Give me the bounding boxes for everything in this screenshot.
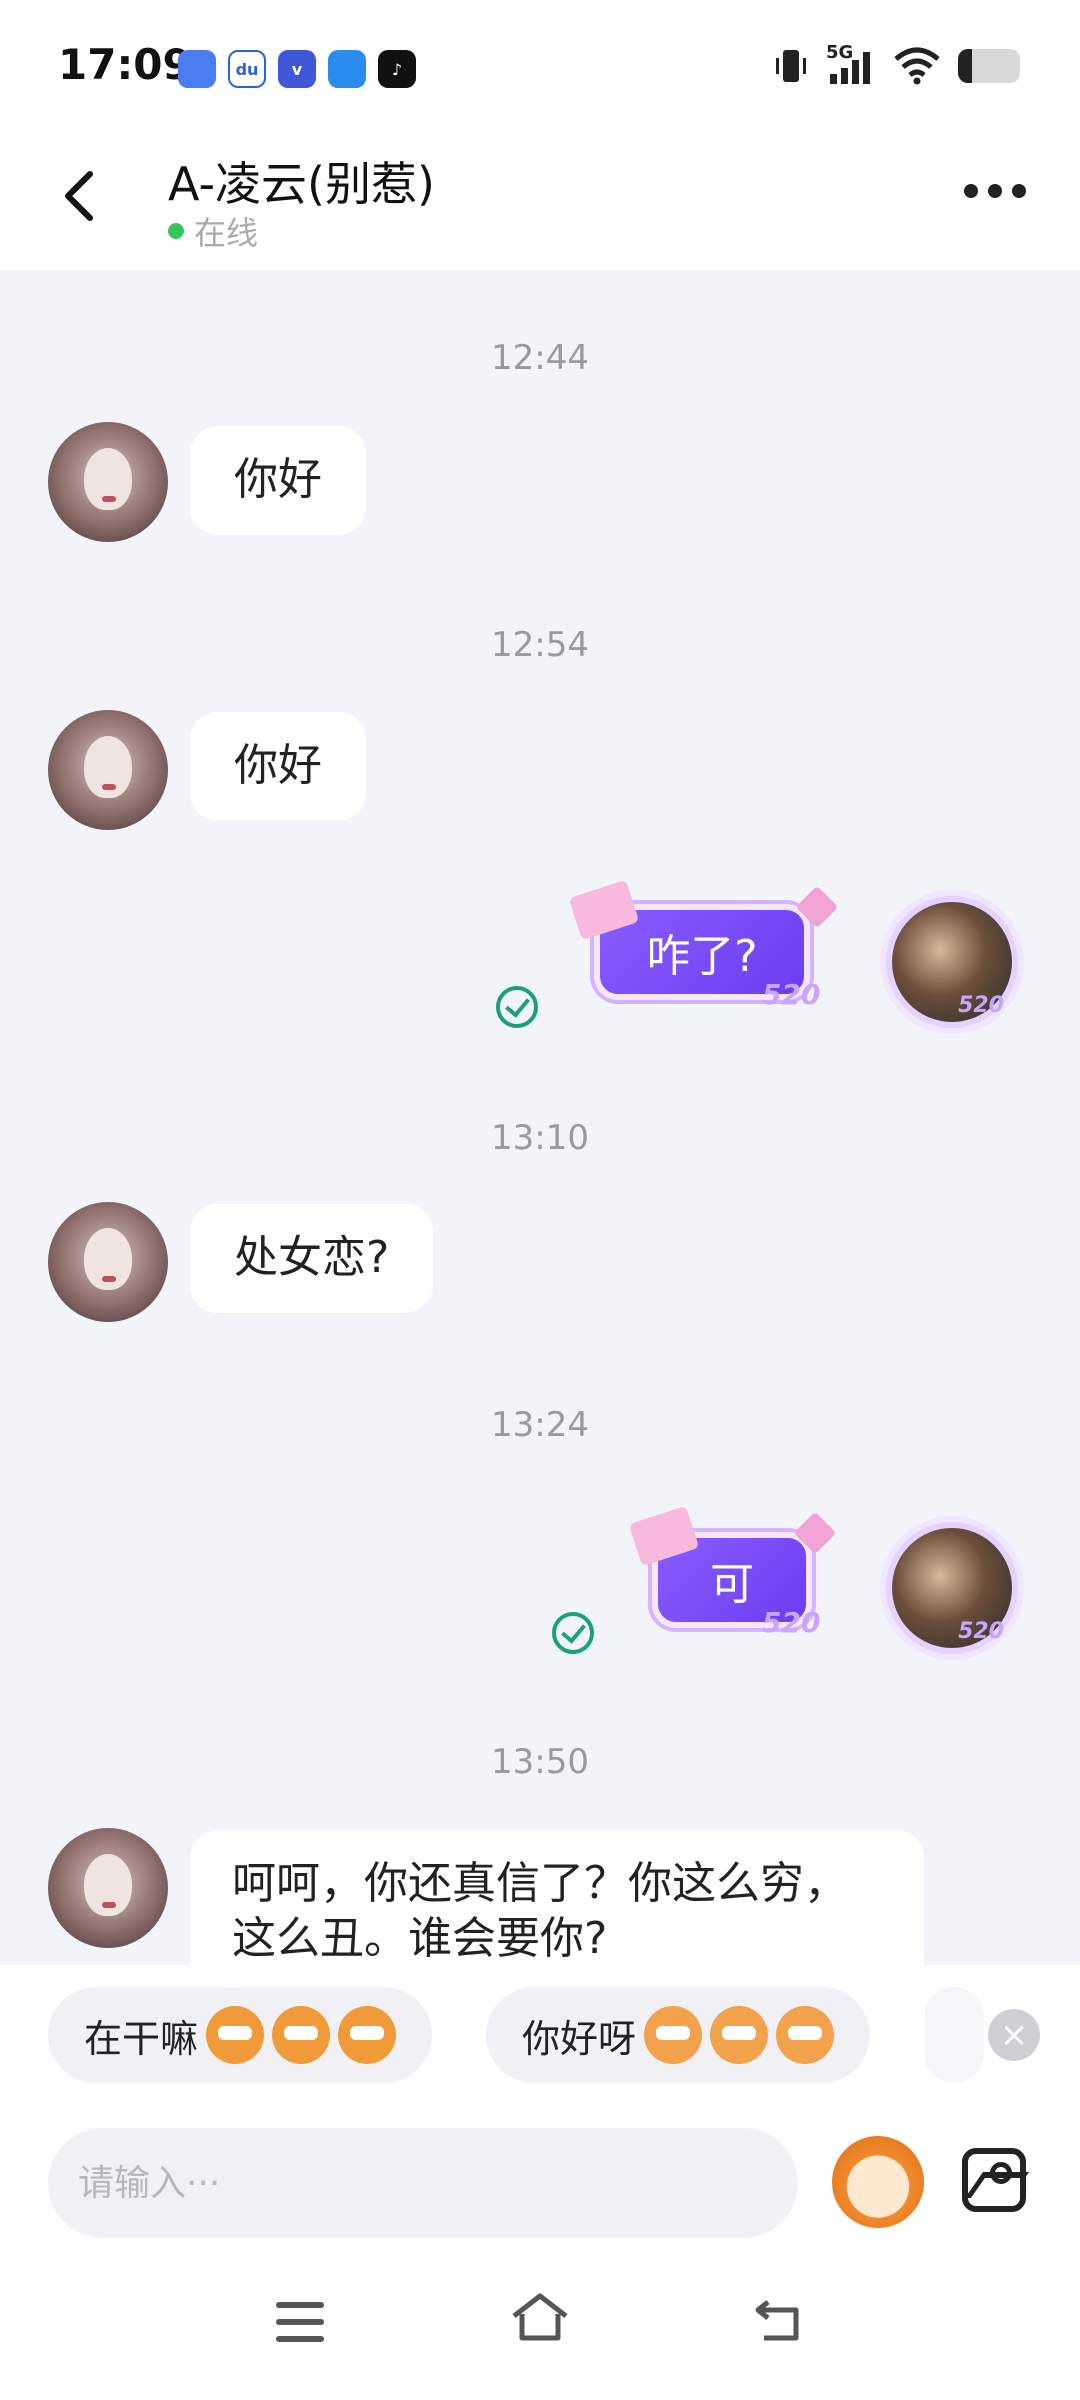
quick-reply-label: 在干嘛 — [84, 2016, 199, 2061]
presence-label: 在线 — [194, 214, 259, 252]
status-time: 17:09 — [58, 40, 192, 89]
gallery-icon[interactable] — [962, 2148, 1026, 2212]
app-notification-icon — [178, 50, 216, 88]
my-avatar[interactable]: 520 — [886, 1522, 1018, 1654]
nav-menu-icon[interactable] — [276, 2302, 324, 2342]
back-arrow-icon[interactable] — [52, 166, 112, 226]
online-dot — [168, 223, 184, 239]
quick-reply-label: 你好呀 — [522, 2016, 637, 2061]
message-bubble-outgoing[interactable]: 可 520 — [628, 1505, 837, 1640]
tiktok-icon: ♪ — [378, 50, 416, 88]
vivo-icon: v — [278, 50, 316, 88]
timestamp: 13:10 — [491, 1118, 589, 1158]
vibrate-icon — [776, 50, 806, 82]
close-icon[interactable]: × — [988, 2009, 1040, 2061]
status-bar: 17:09 du v ♪ 5G — [0, 0, 1080, 130]
grin-emoji-icon — [206, 2006, 265, 2064]
mascot-emoji-icon[interactable] — [832, 2136, 924, 2228]
my-avatar[interactable]: 520 — [886, 896, 1018, 1028]
monkey-emoji-icon — [644, 2006, 703, 2064]
input-bar — [0, 2090, 1080, 2260]
timestamp: 13:24 — [491, 1405, 589, 1445]
nav-home-icon[interactable] — [510, 2292, 570, 2342]
battery-icon — [958, 49, 1020, 83]
presence-status: 在线 — [168, 208, 258, 254]
timestamp: 13:50 — [491, 1742, 589, 1782]
nav-back-icon[interactable] — [752, 2300, 808, 2344]
avatar-badge: 520 — [958, 1619, 1004, 1644]
badge-520: 520 — [762, 978, 821, 1011]
message-bubble-incoming[interactable]: 你好 — [190, 426, 366, 535]
monkey-emoji-icon — [710, 2006, 769, 2064]
contact-name[interactable]: A-凌云(别惹) — [168, 148, 435, 214]
timestamp: 12:44 — [491, 338, 589, 378]
grin-emoji-icon — [338, 2006, 397, 2064]
contact-avatar[interactable] — [48, 1202, 168, 1322]
grin-emoji-icon — [272, 2006, 331, 2064]
avatar-badge: 520 — [958, 993, 1004, 1018]
quick-replies: 在干嘛 你好呀 × — [0, 1965, 1080, 2090]
signal-icon: 5G — [826, 42, 876, 86]
message-bubble-incoming[interactable]: 你好 — [190, 712, 366, 821]
baidu-icon: du — [228, 50, 266, 88]
more-icon[interactable] — [964, 176, 1028, 206]
chat-screen: 17:09 du v ♪ 5G A-凌云(别惹) 在线 12:44 你好 12:… — [0, 0, 1080, 2400]
chat-header: A-凌云(别惹) 在线 — [0, 130, 1080, 270]
message-list[interactable]: 12:44 你好 12:54 你好 咋了? 520 520 13:10 处女恋?… — [0, 270, 1080, 1965]
quick-reply-chip-partial[interactable] — [924, 1987, 984, 2083]
quick-reply-chip[interactable]: 在干嘛 — [48, 1987, 433, 2083]
system-nav-bar — [0, 2260, 1080, 2400]
read-check-icon — [496, 986, 538, 1028]
monkey-emoji-icon — [776, 2006, 835, 2064]
contact-avatar[interactable] — [48, 422, 168, 542]
message-input[interactable] — [48, 2128, 798, 2238]
quick-reply-chip[interactable]: 你好呀 — [486, 1987, 871, 2083]
contact-avatar[interactable] — [48, 1828, 168, 1948]
wifi-icon — [894, 47, 940, 85]
timestamp: 12:54 — [491, 625, 589, 665]
status-app-icons: du v ♪ — [178, 50, 416, 88]
badge-520: 520 — [762, 1606, 821, 1639]
message-bubble-incoming[interactable]: 处女恋? — [190, 1204, 434, 1313]
message-bubble-outgoing[interactable]: 咋了? 520 — [568, 879, 839, 1012]
message-bubble-incoming[interactable]: 呵呵，你还真信了？你这么穷， 这么丑。谁会要你? — [190, 1830, 924, 1965]
app-icon — [328, 50, 366, 88]
read-check-icon — [552, 1612, 594, 1654]
contact-avatar[interactable] — [48, 710, 168, 830]
status-indicators: 5G — [774, 42, 1020, 86]
